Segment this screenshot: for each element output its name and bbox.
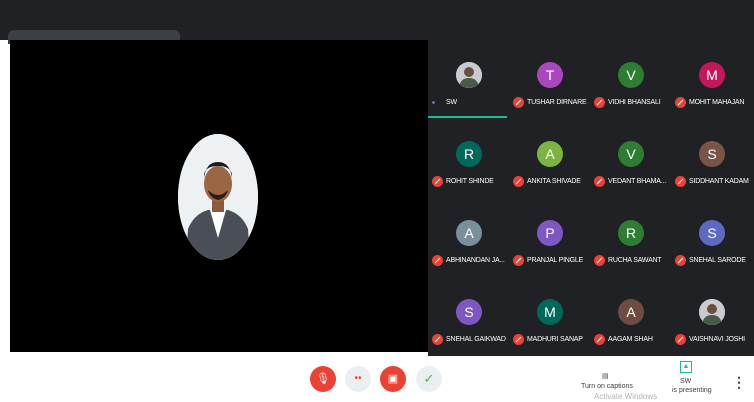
participant-name: TUSHAR DIRNARE xyxy=(527,99,587,106)
mic-muted-icon xyxy=(675,176,686,187)
participant-tile[interactable]: VAISHNAVI JOSHI xyxy=(671,277,752,356)
avatar: R xyxy=(618,220,644,246)
participant-name: RUCHA SAWANT xyxy=(608,257,662,264)
mic-off-icon: 🎙 xyxy=(316,373,330,385)
mic-muted-icon xyxy=(675,334,686,345)
captions-icon: ▤ xyxy=(602,373,609,380)
avatar: A xyxy=(618,299,644,325)
mic-muted-icon xyxy=(432,176,443,187)
mic-muted-icon xyxy=(513,176,524,187)
participant-name: SNEHAL SARODE xyxy=(689,257,746,264)
participant-tile[interactable]: M MOHIT MAHAJAN xyxy=(671,40,752,119)
participant-name: VAISHNAVI JOSHI xyxy=(689,336,745,343)
participant-name: VEDANT BHAMA... xyxy=(608,178,666,185)
mic-muted-icon xyxy=(513,255,524,266)
avatar xyxy=(699,299,725,325)
presenting-label: is presenting xyxy=(672,387,712,394)
participant-name: SNEHAL GAIKWAD xyxy=(446,336,506,343)
participant-name: PRANJAL PINGLE xyxy=(527,257,584,264)
avatar: M xyxy=(537,299,563,325)
avatar: A xyxy=(537,141,563,167)
presenter-photo xyxy=(178,134,258,260)
avatar: V xyxy=(618,141,644,167)
avatar: S xyxy=(456,299,482,325)
participant-tile[interactable]: S SNEHAL SARODE xyxy=(671,198,752,277)
participant-name: ANKITA SHIVADE xyxy=(527,178,581,185)
mic-muted-icon xyxy=(432,255,443,266)
avatar: R xyxy=(456,141,482,167)
mic-muted-icon xyxy=(594,97,605,108)
avatar: P xyxy=(537,220,563,246)
participant-name: VIDHI BHANSALI xyxy=(608,99,661,106)
presenter-name: SW xyxy=(680,378,692,385)
confirm-button[interactable]: ✓ xyxy=(416,366,442,392)
participant-tile[interactable]: R RUCHA SAWANT xyxy=(590,198,671,277)
participant-tile[interactable]: P PRANJAL PINGLE xyxy=(509,198,590,277)
participant-name: SIDDHANT KADAM xyxy=(689,178,749,185)
participant-tile[interactable]: A ANKITA SHIVADE xyxy=(509,119,590,198)
mic-muted-icon xyxy=(513,334,524,345)
watermark-text: Activate Windows xyxy=(594,392,658,401)
active-speaker-line xyxy=(428,116,507,118)
more-vert-icon[interactable]: ⋮ xyxy=(732,374,746,391)
participant-tile[interactable]: S SNEHAL GAIKWAD xyxy=(428,277,509,356)
participant-tile[interactable]: R ROHIT SHINDE xyxy=(428,119,509,198)
avatar: A xyxy=(456,220,482,246)
mic-muted-icon xyxy=(594,255,605,266)
participants-panel: ▪ SW T TUSHAR DIRNARE V VIDHI BHANSALI M MOHIT … xyxy=(428,40,754,356)
camera-button[interactable]: ▣ xyxy=(380,366,406,392)
avatar: S xyxy=(699,141,725,167)
present-icon[interactable]: ▲ xyxy=(680,361,692,373)
profile-photo-icon xyxy=(456,62,482,88)
mic-muted-icon xyxy=(594,334,605,345)
captions-label[interactable]: Turn on captions xyxy=(581,382,633,391)
participant-tile[interactable]: M MADHURI SANAP xyxy=(509,277,590,356)
participant-tile[interactable]: V VIDHI BHANSALI xyxy=(590,40,671,119)
participant-tile[interactable]: A AAGAM SHAH xyxy=(590,277,671,356)
profile-photo-icon xyxy=(699,299,725,325)
avatar: V xyxy=(618,62,644,88)
avatar: M xyxy=(699,62,725,88)
participant-tile[interactable]: A ABHINANDAN JA... xyxy=(428,198,509,277)
participant-name: ROHIT SHINDE xyxy=(446,178,494,185)
participant-tile[interactable]: ▪ SW xyxy=(428,40,509,119)
participant-name: MADHURI SANAP xyxy=(527,336,583,343)
participant-tile[interactable]: S SIDDHANT KADAM xyxy=(671,119,752,198)
participant-name: MOHIT MAHAJAN xyxy=(689,99,745,106)
avatar: T xyxy=(537,62,563,88)
speaking-indicator-icon: ▪ xyxy=(432,98,435,107)
check-icon: ✓ xyxy=(423,371,435,386)
camera-off-icon: ▣ xyxy=(387,373,399,385)
participant-name: SW xyxy=(446,99,457,106)
person-photo-icon xyxy=(178,134,258,260)
participant-tile[interactable]: T TUSHAR DIRNARE xyxy=(509,40,590,119)
mic-muted-icon xyxy=(513,97,524,108)
dots-icon: •• xyxy=(354,373,362,384)
more-options-button[interactable]: •• xyxy=(345,366,371,392)
participant-tile[interactable]: V VEDANT BHAMA... xyxy=(590,119,671,198)
avatar xyxy=(456,62,482,88)
mic-muted-icon xyxy=(594,176,605,187)
presentation-stage xyxy=(10,40,428,352)
participant-name: ABHINANDAN JA... xyxy=(446,257,505,264)
mic-muted-icon xyxy=(675,255,686,266)
mic-muted-icon xyxy=(432,334,443,345)
mic-muted-icon xyxy=(675,97,686,108)
mute-button[interactable]: 🎙 xyxy=(310,366,336,392)
participant-name: AAGAM SHAH xyxy=(608,336,653,343)
avatar: S xyxy=(699,220,725,246)
